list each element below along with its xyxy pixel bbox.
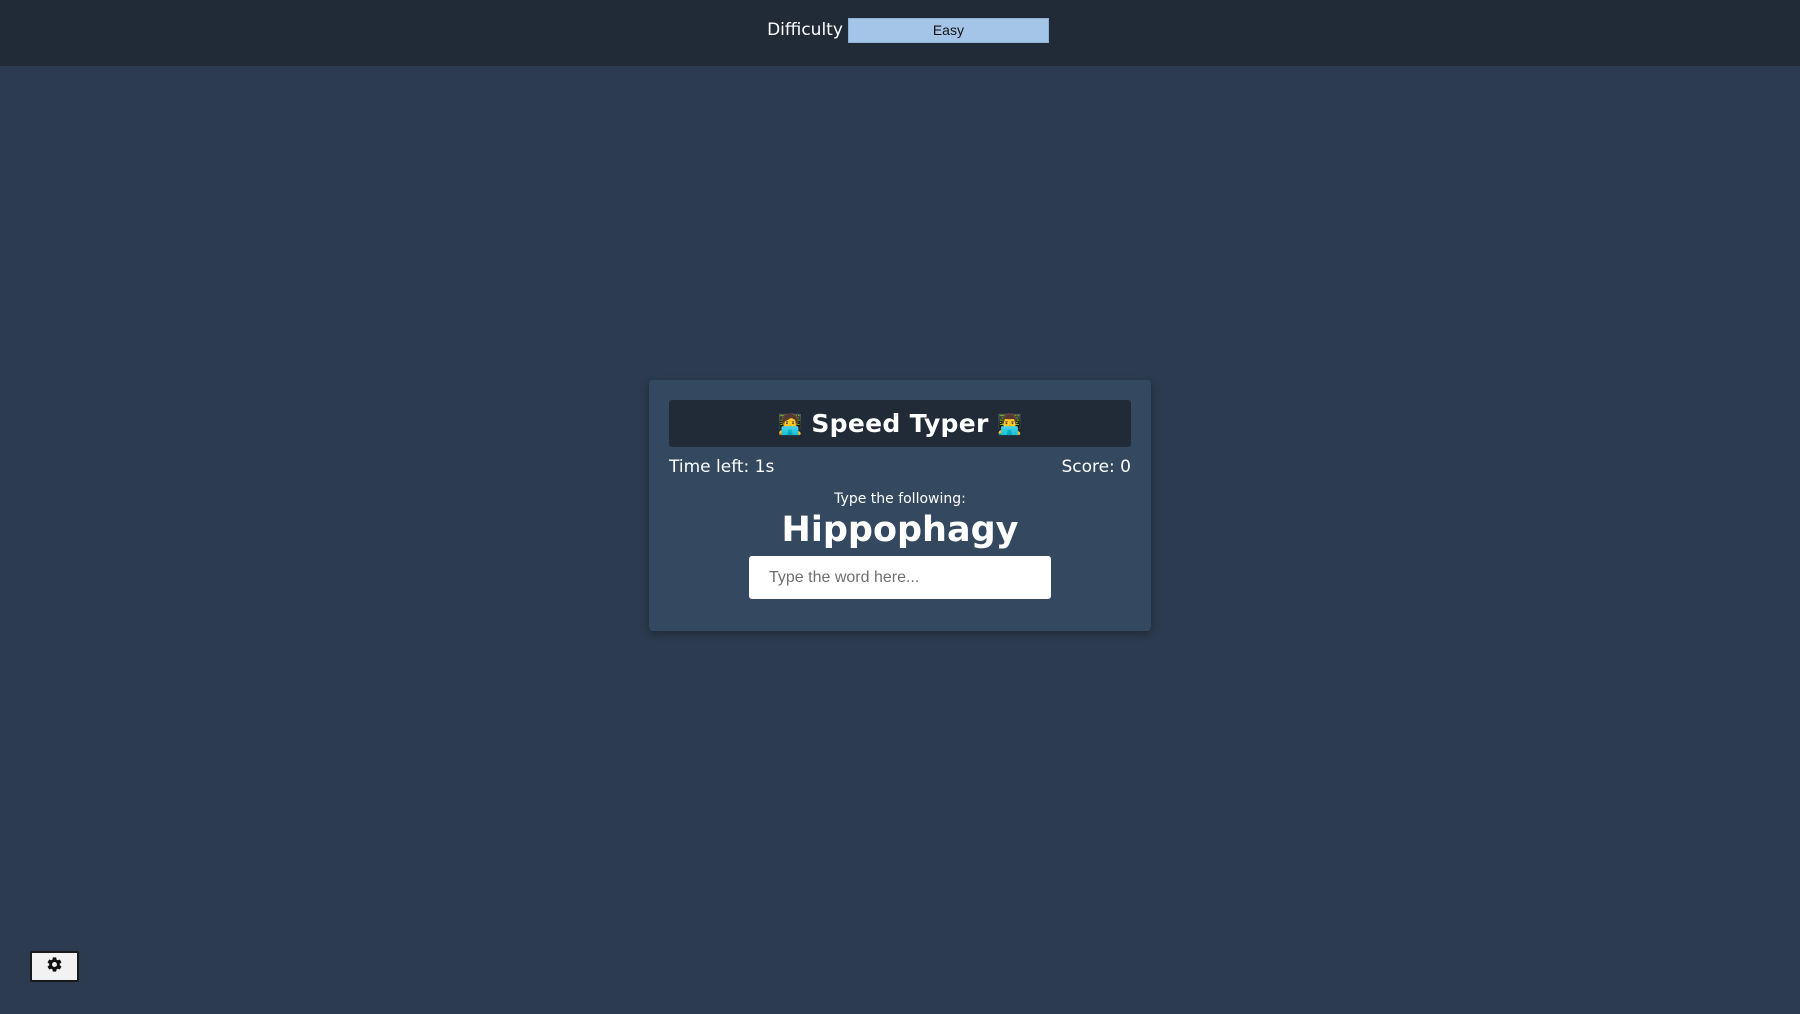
input-wrapper	[669, 556, 1131, 599]
target-word: Hippophagy	[781, 510, 1019, 550]
stats-row: Time left: 1s Score: 0	[669, 457, 1131, 477]
difficulty-selected-value: Easy	[932, 22, 964, 38]
difficulty-control: Difficulty Easy	[767, 17, 1049, 43]
difficulty-label: Difficulty	[767, 20, 843, 40]
difficulty-select[interactable]: Easy	[847, 17, 1049, 43]
title-bar: 🧑‍💻 Speed Typer 👨‍💻	[669, 400, 1131, 447]
prompt-text: Type the following:	[834, 491, 966, 507]
score: Score: 0	[1061, 457, 1131, 477]
word-input[interactable]	[749, 556, 1051, 599]
time-left: Time left: 1s	[669, 457, 775, 477]
settings-button[interactable]	[30, 951, 79, 982]
top-bar: Difficulty Easy	[0, 0, 1800, 66]
gear-icon	[46, 956, 63, 977]
technologist-icon-left: 🧑‍💻	[777, 411, 803, 436]
game-card: 🧑‍💻 Speed Typer 👨‍💻 Time left: 1s Score:…	[649, 380, 1151, 631]
technologist-icon-right: 👨‍💻	[997, 411, 1023, 436]
game-title: Speed Typer	[811, 409, 989, 438]
